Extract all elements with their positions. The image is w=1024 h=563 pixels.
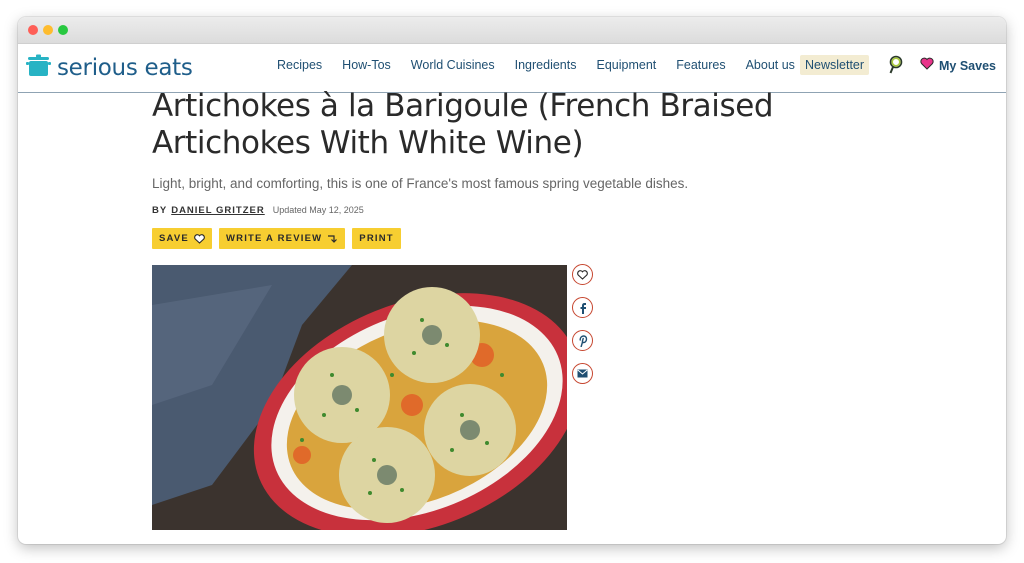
write-review-label: WRITE A REVIEW <box>225 233 323 244</box>
nav-how-tos[interactable]: How-Tos <box>342 58 391 72</box>
newsletter-link[interactable]: Newsletter <box>800 55 870 75</box>
share-save-button[interactable] <box>572 264 593 285</box>
nav-about-us[interactable]: About us <box>746 58 795 72</box>
arrow-down-right-icon <box>328 234 338 243</box>
article-subtitle: Light, bright, and comforting, this is o… <box>152 176 689 191</box>
maximize-window-button[interactable] <box>58 25 68 35</box>
byline-label: BY <box>152 205 168 216</box>
pot-icon <box>26 53 51 82</box>
main-nav: Recipes How-Tos World Cuisines Ingredien… <box>277 58 815 72</box>
print-label: PRINT <box>359 233 394 244</box>
my-saves-label: My Saves <box>939 59 996 73</box>
hero-image <box>152 265 567 530</box>
nav-recipes[interactable]: Recipes <box>277 58 322 72</box>
heart-icon <box>194 233 205 244</box>
updated-date: Updated May 12, 2025 <box>272 205 364 215</box>
byline: BY DANIEL GRITZER Updated May 12, 2025 <box>152 205 852 216</box>
share-pinterest-button[interactable] <box>572 330 593 351</box>
my-saves-link[interactable]: My Saves <box>920 57 996 75</box>
article-header: Artichokes à la Barigoule (French Braise… <box>152 88 852 249</box>
site-logo[interactable]: serious eats <box>26 53 193 82</box>
save-label: SAVE <box>159 233 189 244</box>
nav-world-cuisines[interactable]: World Cuisines <box>411 58 495 72</box>
save-button[interactable]: SAVE <box>152 228 212 249</box>
minimize-window-button[interactable] <box>43 25 53 35</box>
write-review-button[interactable]: WRITE A REVIEW <box>218 228 346 249</box>
article-actions: SAVE WRITE A REVIEW PRINT <box>152 228 852 249</box>
facebook-icon <box>580 302 586 314</box>
print-button[interactable]: PRINT <box>352 228 401 249</box>
email-icon <box>577 369 588 378</box>
article-title: Artichokes à la Barigoule (French Braise… <box>152 88 774 161</box>
logo-text: serious eats <box>57 54 193 81</box>
author-link[interactable]: DANIEL GRITZER <box>171 205 265 216</box>
nav-features[interactable]: Features <box>676 58 725 72</box>
share-bar <box>572 264 593 396</box>
heart-icon <box>920 57 934 75</box>
heart-icon <box>577 269 588 280</box>
pinterest-icon <box>578 334 587 347</box>
search-icon[interactable] <box>888 55 904 80</box>
site-header: serious eats Recipes How-Tos World Cuisi… <box>18 44 1006 93</box>
close-window-button[interactable] <box>28 25 38 35</box>
share-email-button[interactable] <box>572 363 593 384</box>
share-facebook-button[interactable] <box>572 297 593 318</box>
window-titlebar <box>18 17 1006 44</box>
nav-ingredients[interactable]: Ingredients <box>515 58 577 72</box>
nav-equipment[interactable]: Equipment <box>596 58 656 72</box>
